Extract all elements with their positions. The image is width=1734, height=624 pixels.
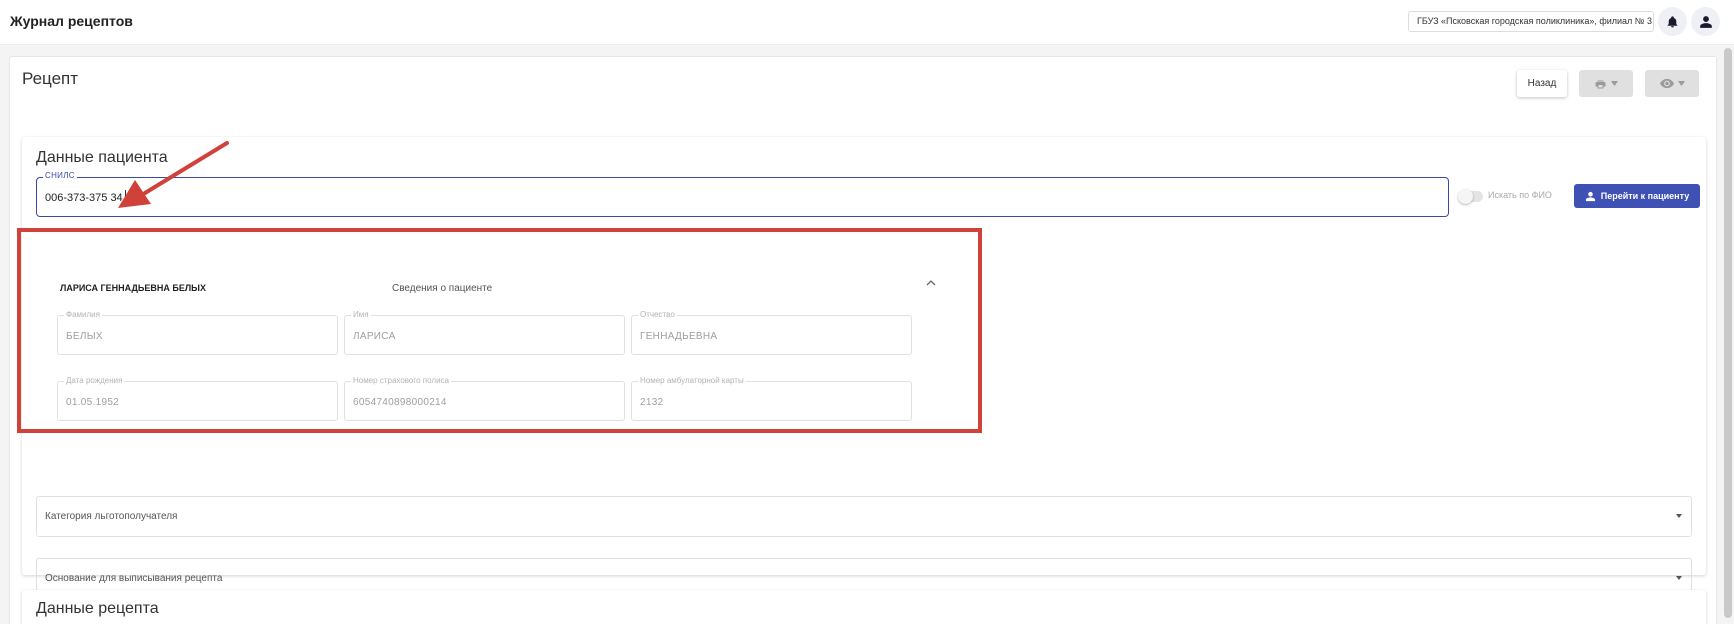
organization-selector[interactable]: ГБУЗ «Псковская городская поликлиника», … — [1408, 11, 1654, 32]
patient-section-title: Данные пациента — [36, 149, 168, 166]
snils-field[interactable]: СНИЛС 006-373-375 34 — [36, 171, 1449, 217]
recipe-title: Рецепт — [22, 69, 79, 88]
prescription-reason-label: Основание для выписывания рецепта — [45, 573, 223, 584]
page-title: Журнал рецептов — [10, 13, 133, 29]
dropdown-arrow-icon — [1676, 514, 1682, 518]
person-icon — [1585, 191, 1595, 201]
dropdown-arrow-icon — [1676, 576, 1682, 580]
snils-label: СНИЛС — [43, 171, 77, 180]
printer-icon — [1595, 80, 1606, 88]
back-button[interactable]: Назад — [1517, 70, 1567, 97]
chevron-down-icon — [1611, 81, 1618, 86]
view-button[interactable] — [1645, 70, 1699, 97]
go-to-patient-label: Перейти к пациенту — [1600, 191, 1690, 201]
user-menu-button[interactable] — [1691, 7, 1720, 36]
prescription-data-section: Данные рецепта — [22, 590, 1706, 624]
search-by-name-toggle[interactable] — [1458, 189, 1483, 204]
print-button[interactable] — [1579, 70, 1633, 97]
bell-icon — [1667, 15, 1678, 27]
toggle-knob — [1458, 189, 1473, 204]
text-cursor — [125, 190, 126, 204]
scrollbar-thumb[interactable] — [1724, 48, 1732, 618]
snils-input[interactable]: 006-373-375 34 — [45, 192, 123, 204]
prescription-section-title: Данные рецепта — [36, 600, 159, 617]
annotation-highlight-box — [17, 228, 982, 433]
top-bar: Журнал рецептов ГБУЗ «Псковская городска… — [0, 0, 1734, 45]
search-by-name-label: Искать по ФИО — [1488, 190, 1552, 200]
eye-icon — [1659, 78, 1674, 89]
chevron-down-icon — [1677, 81, 1685, 86]
notifications-button[interactable] — [1658, 7, 1687, 36]
benefit-category-label: Категория льготополучателя — [45, 511, 178, 522]
go-to-patient-button[interactable]: Перейти к пациенту — [1574, 184, 1700, 208]
benefit-category-select[interactable]: Категория льготополучателя — [36, 496, 1692, 537]
user-icon — [1699, 15, 1712, 28]
